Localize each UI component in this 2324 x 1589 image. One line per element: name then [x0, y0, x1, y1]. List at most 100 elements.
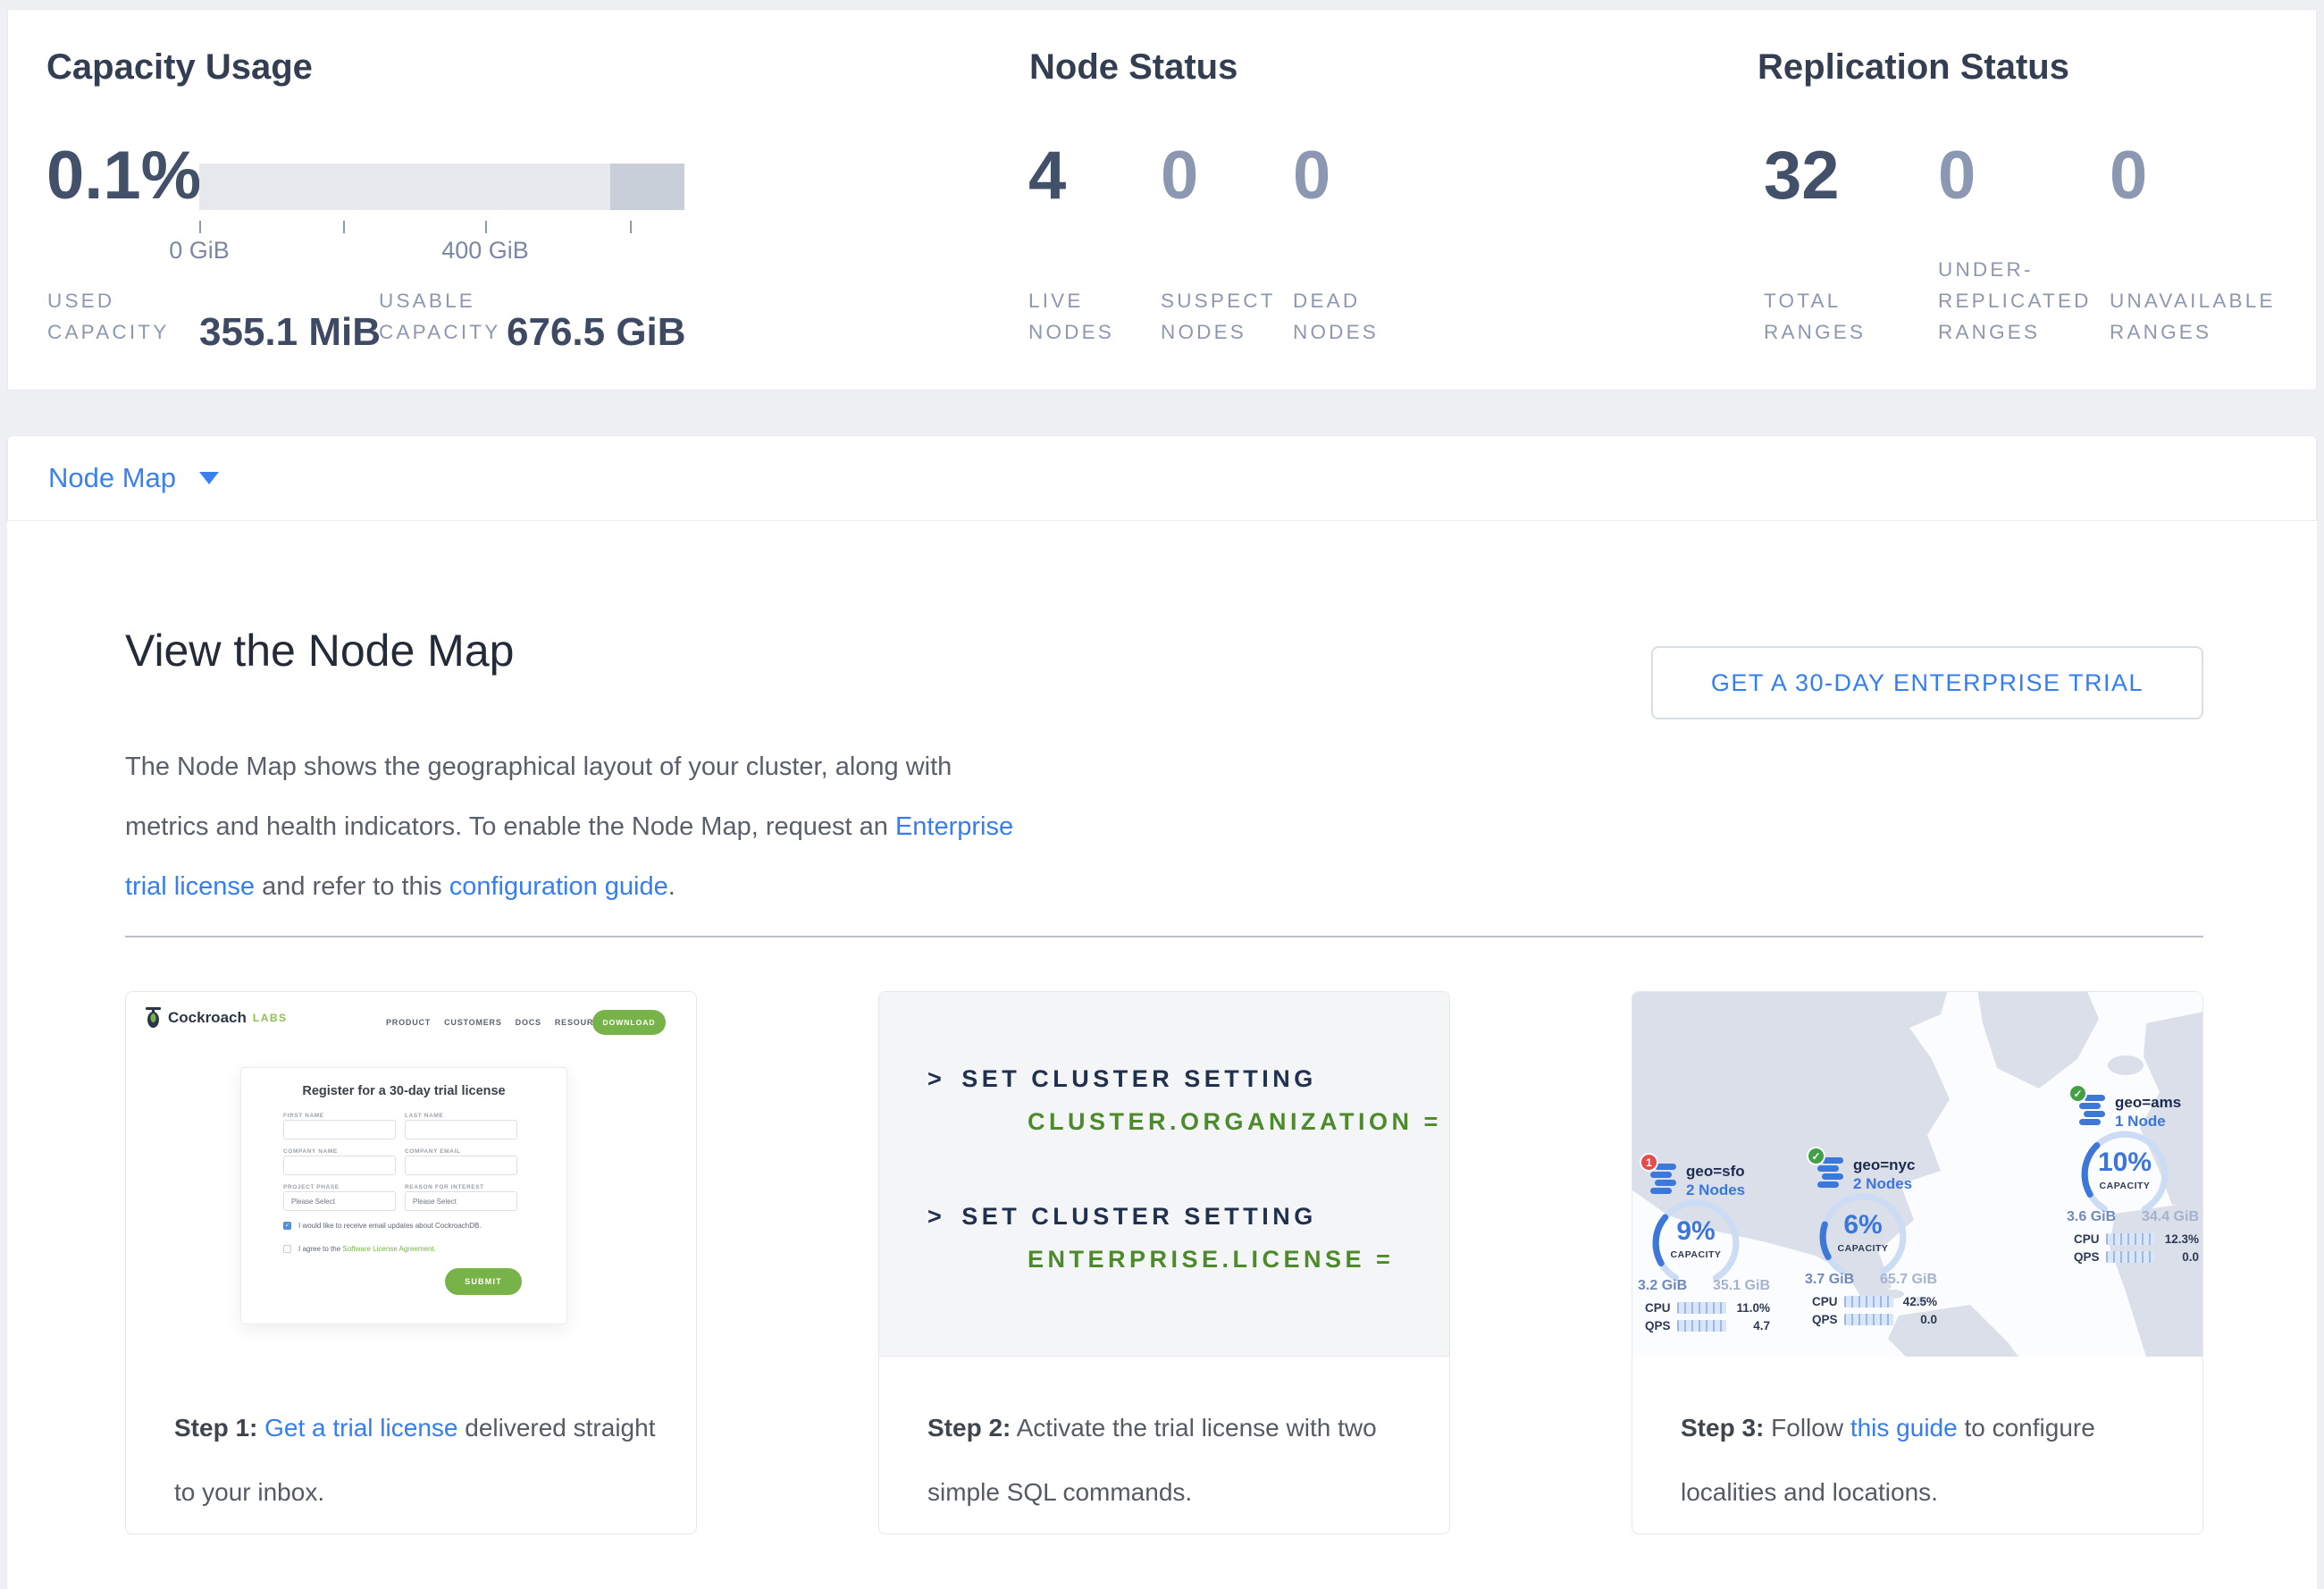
node-map-dropdown-label: Node Map — [48, 462, 176, 494]
locality-name: geo=nyc — [1853, 1156, 1915, 1174]
step3-card: 1 geo=sfo 2 Nodes — [1632, 991, 2203, 1534]
checkbox-unchecked-icon[interactable] — [283, 1245, 291, 1253]
view-selector-bar: Node Map — [7, 435, 2317, 521]
used-capacity-value: 355.1 MiB — [199, 310, 381, 355]
under-replicated-ranges-count: 0 — [1938, 140, 1976, 212]
nav-item-customers[interactable]: CUSTOMERS — [444, 1018, 502, 1027]
last-name-field[interactable] — [405, 1120, 517, 1139]
enterprise-trial-license-link[interactable]: trial license — [125, 872, 255, 901]
cpu-label: CPU — [1645, 1301, 1671, 1315]
step2-caption: Step 2: Activate the trial license with … — [927, 1396, 1426, 1525]
cpu-label: CPU — [2074, 1232, 2100, 1246]
unavailable-ranges-label: UNAVAILABLE RANGES — [2110, 253, 2276, 348]
qps-label: QPS — [1812, 1313, 1838, 1326]
capacity-percent: 6% — [1817, 1210, 1909, 1240]
locality-node-count: 2 Nodes — [1853, 1174, 1915, 1193]
total-capacity: 35.1 GiB — [1713, 1278, 1770, 1294]
step1-card: Cockroach LABS PRODUCT CUSTOMERS DOCS RE… — [125, 991, 697, 1534]
locality-node-count: 1 Node — [2115, 1112, 2181, 1131]
reason-for-interest-select[interactable]: Please Select — [405, 1191, 517, 1211]
first-name-label: FIRST NAME — [283, 1113, 324, 1119]
email-updates-checkbox-row[interactable]: ✓ I would like to receive email updates … — [283, 1222, 482, 1230]
capacity-gauge: 9% CAPACITY — [1650, 1198, 1741, 1289]
step2-card: >SET CLUSTER SETTING CLUSTER.ORGANIZATIO… — [878, 991, 1450, 1534]
qps-value: 4.7 — [1733, 1319, 1770, 1333]
configuration-guide-link[interactable]: configuration guide — [449, 872, 668, 901]
reason-for-interest-label: REASON FOR INTEREST — [405, 1184, 484, 1190]
dead-nodes-label: DEAD NODES — [1293, 253, 1379, 348]
capacity-bar-reserved-segment — [610, 164, 684, 210]
axis-tick — [485, 221, 487, 233]
cpu-sparkline — [1677, 1302, 1726, 1314]
sql-code-preview: >SET CLUSTER SETTING CLUSTER.ORGANIZATIO… — [879, 992, 1449, 1357]
locality-badge-ams[interactable]: ✓ geo=ams 1 Node — [2077, 1093, 2202, 1281]
capacity-percent: 9% — [1650, 1216, 1741, 1247]
cpu-value: 42.5% — [1900, 1295, 1937, 1308]
form-title: Register for a 30-day trial license — [241, 1084, 566, 1098]
suspect-nodes-label: SUSPECT NODES — [1161, 253, 1276, 348]
used-capacity: 3.6 GiB — [2067, 1209, 2116, 1225]
axis-tick — [630, 221, 632, 233]
capacity-usage-title: Capacity Usage — [46, 47, 313, 88]
company-name-field[interactable] — [283, 1156, 396, 1175]
node-map-dropdown[interactable]: Node Map — [48, 462, 219, 494]
total-ranges-count: 32 — [1764, 140, 1840, 212]
axis-tick — [343, 221, 345, 233]
qps-value: 0.0 — [1900, 1313, 1937, 1326]
total-ranges-label: TOTAL RANGES — [1764, 253, 1866, 348]
trial-registration-form: Register for a 30-day trial license FIRS… — [240, 1067, 567, 1324]
suspect-nodes-count: 0 — [1161, 140, 1198, 212]
cpu-value: 12.3% — [2161, 1232, 2199, 1246]
sql-prompt: > — [927, 1065, 945, 1092]
total-capacity: 34.4 GiB — [2142, 1209, 2199, 1225]
software-license-agreement-link[interactable]: Software License Agreement. — [342, 1245, 436, 1253]
usable-capacity-label: USABLE CAPACITY — [379, 253, 500, 348]
enterprise-trial-license-link[interactable]: Enterprise — [895, 812, 1013, 841]
node-map-placeholder-section: View the Node Map The Node Map shows the… — [7, 521, 2317, 1589]
page-title: View the Node Map — [125, 625, 514, 677]
last-name-label: LAST NAME — [405, 1113, 443, 1119]
cluster-overview-page: Capacity Usage Node Status Replication S… — [0, 0, 2324, 1589]
get-trial-license-link[interactable]: Get a trial license — [264, 1414, 457, 1442]
get-enterprise-trial-button[interactable]: GET A 30-DAY ENTERPRISE TRIAL — [1651, 646, 2203, 719]
dead-nodes-count: 0 — [1293, 140, 1330, 212]
capacity-gauge: 10% CAPACITY — [2079, 1129, 2170, 1220]
node-status-title: Node Status — [1029, 47, 1238, 88]
qps-sparkline — [1844, 1314, 1893, 1325]
locality-badge-nyc[interactable]: ✓ geo=nyc 2 Nodes — [1816, 1156, 1985, 1343]
submit-button[interactable]: SUBMIT — [445, 1268, 522, 1295]
replication-status-title: Replication Status — [1758, 47, 2069, 88]
cpu-value: 11.0% — [1733, 1301, 1770, 1315]
used-capacity-label: USED CAPACITY — [47, 253, 169, 348]
used-capacity: 3.7 GiB — [1805, 1272, 1854, 1288]
this-guide-link[interactable]: this guide — [1850, 1414, 1958, 1442]
qps-label: QPS — [1645, 1319, 1671, 1333]
total-capacity: 65.7 GiB — [1880, 1272, 1937, 1288]
healthy-check-icon: ✓ — [1807, 1147, 1825, 1165]
capacity-gauge: 6% CAPACITY — [1817, 1191, 1909, 1282]
checkbox-checked-icon[interactable]: ✓ — [283, 1222, 291, 1230]
download-button[interactable]: DOWNLOAD — [592, 1010, 666, 1035]
project-phase-select[interactable]: Please Select — [283, 1191, 396, 1211]
company-name-label: COMPANY NAME — [283, 1148, 338, 1155]
capacity-percent: 10% — [2079, 1148, 2170, 1178]
qps-label: QPS — [2074, 1250, 2100, 1264]
company-email-field[interactable] — [405, 1156, 517, 1175]
license-agreement-checkbox-row[interactable]: I agree to the Software License Agreemen… — [283, 1245, 436, 1253]
locality-badge-sfo[interactable]: 1 geo=sfo 2 Nodes — [1649, 1162, 1818, 1349]
nav-item-product[interactable]: PRODUCT — [386, 1018, 431, 1027]
section-divider — [125, 936, 2203, 937]
cluster-summary-panel: Capacity Usage Node Status Replication S… — [7, 9, 2317, 391]
locality-name: geo=ams — [2115, 1093, 2181, 1112]
capacity-label: CAPACITY — [1817, 1243, 1909, 1254]
qps-sparkline — [1677, 1320, 1726, 1332]
cockroach-labs-logo: Cockroach LABS — [145, 1006, 288, 1030]
nav-item-docs[interactable]: DOCS — [516, 1018, 541, 1027]
first-name-field[interactable] — [283, 1120, 396, 1139]
company-email-label: COMPANY EMAIL — [405, 1148, 460, 1155]
node-map-preview: 1 geo=sfo 2 Nodes — [1632, 992, 2202, 1357]
sql-setting-name: ENTERPRISE.LICENSE = — [1028, 1246, 1394, 1274]
chevron-down-icon — [199, 472, 219, 484]
live-nodes-label: LIVE NODES — [1028, 253, 1114, 348]
locality-name: geo=sfo — [1686, 1162, 1745, 1181]
